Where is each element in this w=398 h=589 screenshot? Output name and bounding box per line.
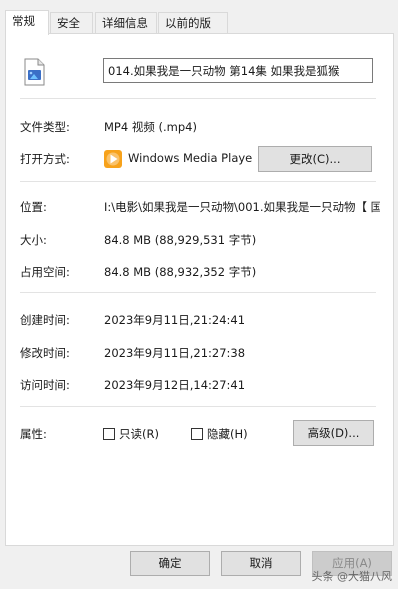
created-label: 创建时间: [20,313,70,327]
hidden-label[interactable]: 隐藏(H) [207,426,248,442]
file-name-field[interactable]: 014.如果我是一只动物 第14集 如果我是狐猴 [103,58,373,83]
file-type-value: MP4 视频 (.mp4) [104,120,197,134]
modified-label: 修改时间: [20,346,70,360]
divider [20,98,376,99]
opens-with-value: Windows Media Playe [128,151,253,165]
hidden-checkbox[interactable] [191,428,203,440]
accessed-value: 2023年9月12日,14:27:41 [104,378,246,392]
size-on-disk-value: 84.8 MB (88,932,352 字节) [104,265,257,279]
divider [20,406,376,407]
location-value[interactable]: I:\电影\如果我是一只动物\001.如果我是一只动物【 国 [104,199,380,215]
tab-previous-versions[interactable]: 以前的版本 [158,12,228,50]
modified-value: 2023年9月11日,21:27:38 [104,346,246,360]
size-value: 84.8 MB (88,929,531 字节) [104,233,257,247]
attributes-label: 属性: [20,427,47,441]
size-label: 大小: [20,233,47,247]
tab-details[interactable]: 详细信息 [95,12,157,33]
windows-media-player-icon [104,150,122,168]
general-panel: 014.如果我是一只动物 第14集 如果我是狐猴 文件类型: MP4 视频 (.… [5,33,394,546]
location-label: 位置: [20,200,47,214]
cancel-button[interactable]: 取消 [221,551,301,576]
accessed-label: 访问时间: [20,378,70,392]
divider [20,292,376,293]
watermark: 头条 @大猫八风 [311,570,393,583]
readonly-checkbox[interactable] [103,428,115,440]
video-file-icon [24,58,45,86]
change-button[interactable]: 更改(C)... [258,146,372,172]
tab-general[interactable]: 常规 [5,10,49,35]
opens-with-label: 打开方式: [20,152,70,166]
readonly-label[interactable]: 只读(R) [119,426,159,442]
created-value: 2023年9月11日,21:24:41 [104,313,246,327]
advanced-button[interactable]: 高级(D)... [293,420,374,446]
file-type-label: 文件类型: [20,120,70,134]
divider [20,181,376,182]
size-on-disk-label: 占用空间: [20,265,70,279]
tab-security[interactable]: 安全 [50,12,93,33]
tab-strip: 常规 安全 详细信息 以前的版本 [0,0,398,50]
ok-button[interactable]: 确定 [130,551,210,576]
